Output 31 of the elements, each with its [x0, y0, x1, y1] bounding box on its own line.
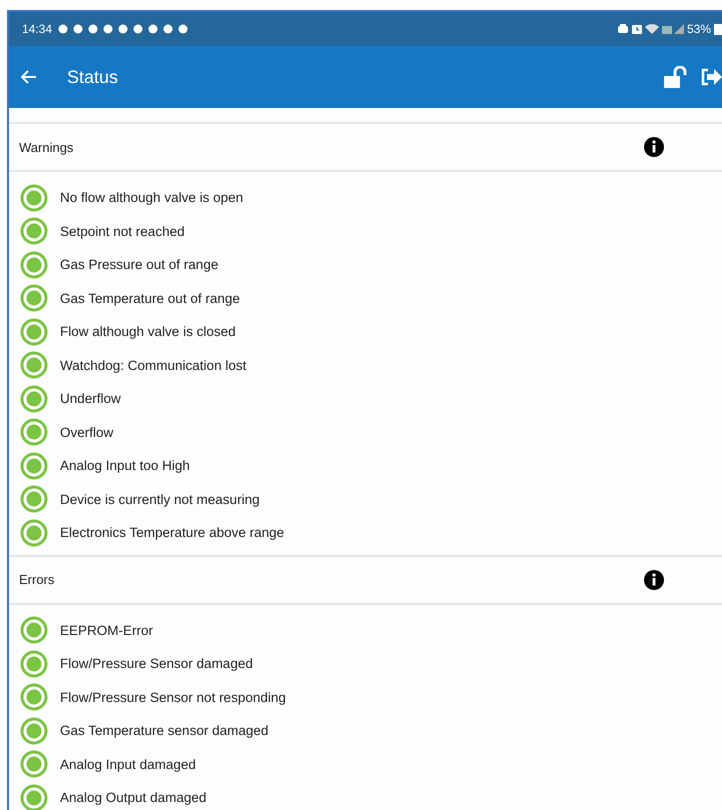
- status-label: Gas Temperature sensor damaged: [60, 723, 268, 738]
- status-label: Analog Input too High: [60, 458, 190, 474]
- info-icon[interactable]: [644, 137, 664, 157]
- status-label: Flow/Pressure Sensor damaged: [60, 656, 253, 672]
- status-label: Gas Pressure out of range: [60, 257, 218, 272]
- section-title: Warnings: [19, 140, 74, 154]
- signal-icon: [662, 24, 684, 34]
- status-label: Flow although valve is closed: [60, 324, 236, 340]
- status-label: Underflow: [60, 391, 121, 406]
- status-label: Device is currently not measuring: [60, 492, 260, 507]
- status-label: Analog Output damaged: [60, 790, 206, 806]
- info-icon[interactable]: [644, 570, 664, 590]
- section-title: Errors: [19, 572, 56, 587]
- status-label: Overflow: [60, 424, 114, 440]
- status-label: No flow although valve is open: [60, 190, 244, 206]
- status-label: Analog Input damaged: [60, 756, 196, 772]
- status-label: Flow/Pressure Sensor not responding: [60, 690, 286, 705]
- alarm-icon: [632, 24, 642, 34]
- status-label: EEPROM-Error: [60, 622, 154, 638]
- battery-icon: [714, 23, 722, 35]
- logout-icon[interactable]: [700, 68, 722, 86]
- clock-text: 14:34: [22, 22, 52, 36]
- unlocked-padlock-icon[interactable]: [664, 66, 688, 88]
- status-label: Watchdog: Communication lost: [60, 358, 246, 373]
- wifi-icon: [644, 24, 659, 34]
- battery-text: 53%: [686, 22, 711, 36]
- status-label: Setpoint not reached: [60, 224, 185, 239]
- back-icon[interactable]: [21, 70, 37, 84]
- status-label: Gas Temperature out of range: [60, 290, 240, 306]
- status-label: Electronics Temperature above range: [60, 525, 284, 540]
- screen-title: Status: [67, 66, 118, 88]
